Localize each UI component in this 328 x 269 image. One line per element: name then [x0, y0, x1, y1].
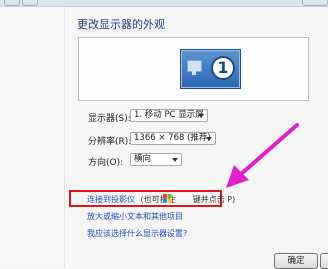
annotation-arrow-shaft [238, 123, 299, 177]
annotation-arrow [226, 123, 299, 188]
